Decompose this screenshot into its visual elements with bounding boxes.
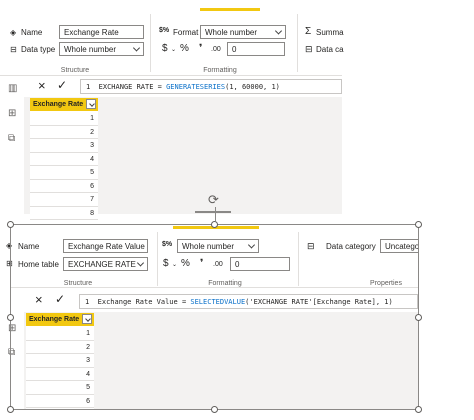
formatting-group-label: Formatting [203, 67, 237, 74]
table-cell: 1 [30, 112, 98, 126]
commit-icon[interactable]: ✓ [57, 79, 67, 91]
resize-handle-br[interactable] [415, 406, 422, 413]
top-view-rail [0, 76, 24, 214]
rotate-stem [215, 207, 216, 221]
table-cell: 3 [30, 139, 98, 153]
table-cell: 2 [30, 125, 98, 139]
datacategory-icon: ⊟ [305, 44, 313, 54]
top-window: ◈ Name Exchange Rate ⊟ Data type Whole n… [0, 0, 344, 220]
cancel-icon[interactable]: × [38, 79, 46, 92]
comma-icon[interactable]: ❜ [199, 44, 202, 54]
datatype-label: Data type [21, 45, 56, 54]
top-accent-bar [200, 8, 260, 11]
resize-handle-tm[interactable] [211, 221, 218, 228]
resize-handle-bm[interactable] [211, 406, 218, 413]
percent-icon[interactable]: % [180, 44, 189, 54]
formula-function: GENERATESERIES [166, 83, 226, 91]
format-label: Format [173, 28, 199, 37]
resize-handle-tl[interactable] [7, 221, 14, 228]
table-cell: 7 [30, 193, 98, 207]
currency-icon[interactable]: $ [162, 44, 168, 54]
column-header-label: Exchange Rate [33, 101, 84, 108]
top-data-table: Exchange Rate 12345678 [30, 98, 98, 220]
report-view-icon[interactable]: ▥ [8, 84, 20, 94]
table-cell: 8 [30, 206, 98, 220]
decimals-input[interactable]: 0 [227, 42, 285, 56]
resize-handle-mr[interactable] [415, 314, 422, 321]
format-icon: $% [159, 27, 170, 34]
decimal-icon[interactable]: .00 [211, 46, 221, 53]
table-cell: 5 [30, 166, 98, 180]
datatype-select[interactable]: Whole number [59, 42, 144, 56]
name-input[interactable]: Exchange Rate [59, 25, 144, 39]
rotate-handle-icon[interactable]: ⟳ [208, 193, 219, 206]
table-cell: 6 [30, 179, 98, 193]
format-select[interactable]: Whole number [200, 25, 286, 39]
chevron-down-icon[interactable]: ⌄ [171, 47, 176, 53]
table-cell: 4 [30, 152, 98, 166]
model-view-icon[interactable]: ⧉ [8, 134, 20, 144]
top-ribbon: ◈ Name Exchange Rate ⊟ Data type Whole n… [0, 0, 344, 76]
datatype-icon: ⊟ [10, 45, 17, 54]
name-tag-icon: ◈ [10, 28, 17, 37]
datacategory-label: Data ca [316, 45, 344, 54]
formula-prefix: EXCHANGE RATE = [98, 83, 167, 91]
structure-group-label: Structure [60, 67, 90, 74]
resize-handle-bl[interactable] [7, 406, 14, 413]
resize-handle-tr[interactable] [415, 221, 422, 228]
top-formula-input[interactable]: 1 EXCHANGE RATE = GENERATESERIES(1, 6000… [80, 79, 342, 94]
column-filter-icon[interactable] [86, 99, 96, 109]
selection-frame [10, 224, 419, 410]
formula-args: (1, 60000, 1) [225, 83, 280, 91]
sigma-icon: Σ [305, 26, 312, 37]
resize-handle-ml[interactable] [7, 314, 14, 321]
data-view-icon[interactable]: ⊞ [8, 109, 20, 119]
formula-line-number: 1 [86, 83, 91, 91]
top-bottom-accent [195, 211, 231, 213]
name-label: Name [21, 28, 43, 37]
summarize-label: Summa [316, 28, 344, 37]
